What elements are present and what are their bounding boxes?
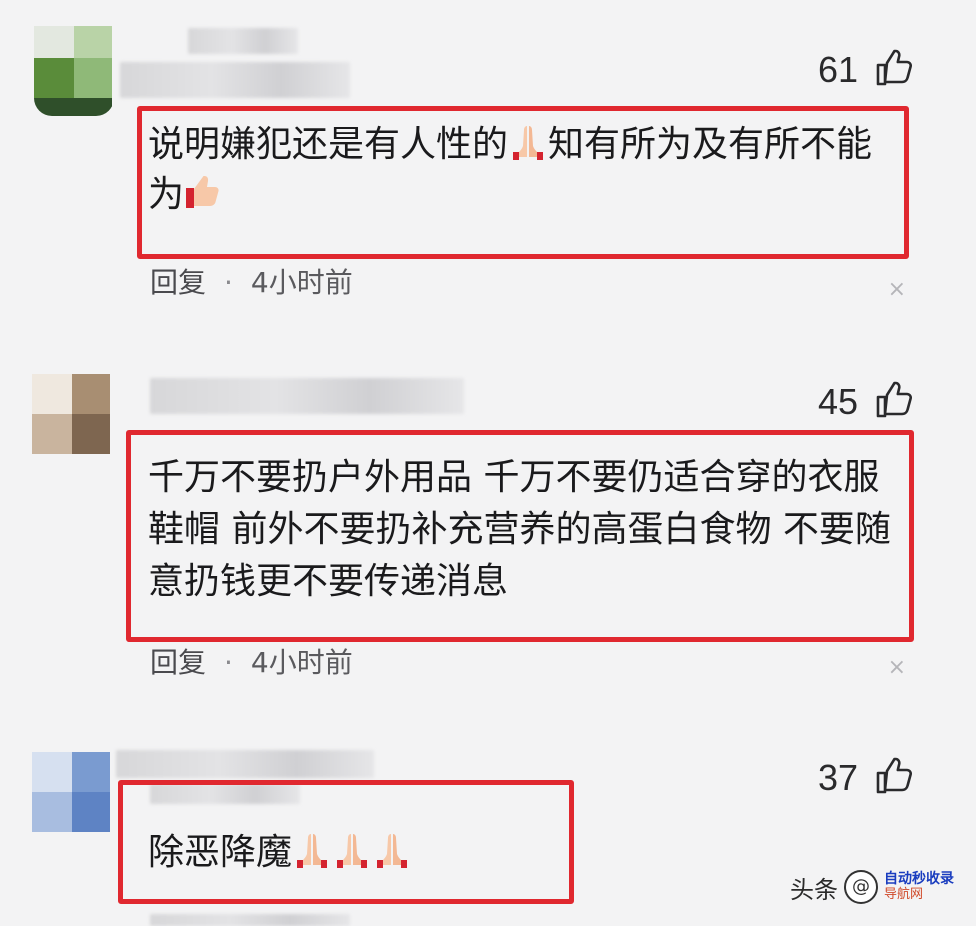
watermark: 头条 @ 自动秒收录 导航网 bbox=[790, 864, 954, 910]
avatar[interactable] bbox=[34, 26, 112, 116]
reply-button[interactable]: 回复 bbox=[150, 266, 206, 299]
like-count: 61 bbox=[817, 49, 858, 90]
thumbs-up-icon[interactable] bbox=[874, 380, 914, 420]
comment-text-line: 说明嫌犯还是有人性的 bbox=[148, 124, 509, 165]
folded-hands-emoji bbox=[513, 126, 544, 160]
username-blurred[interactable] bbox=[188, 28, 298, 54]
watermark-brand: 头条 bbox=[790, 875, 838, 904]
comment-text-line: 千万不要扔户外用品 千万不要仍适合穿的衣服 bbox=[148, 457, 880, 498]
folded-hands-emoji bbox=[377, 834, 408, 868]
comment-meta: 回复 · 4小时前 bbox=[150, 646, 353, 680]
folded-hands-emoji bbox=[337, 834, 368, 868]
comment-text-line: 除恶降魔 bbox=[148, 832, 293, 873]
like-count: 45 bbox=[817, 381, 858, 422]
username-blurred[interactable] bbox=[116, 750, 374, 778]
reply-button[interactable]: 回复 bbox=[150, 646, 206, 679]
comment-feed: 61 说明嫌犯还是有人性的 知有所为及有所不能 为 回复 · 4小时前 × 45 千万… bbox=[0, 0, 976, 926]
comment-meta: 回复 · 4小时前 bbox=[150, 266, 353, 300]
comment-text: 说明嫌犯还是有人性的 知有所为及有所不能 为 bbox=[148, 120, 908, 220]
thumbs-up-emoji bbox=[186, 176, 219, 208]
watermark-logo: @ bbox=[844, 870, 878, 904]
avatar[interactable] bbox=[32, 374, 110, 454]
username-blurred[interactable] bbox=[150, 378, 464, 414]
user-meta-blurred bbox=[120, 62, 350, 98]
watermark-site-line1: 自动秒收录 bbox=[884, 871, 954, 887]
comment-text-line: 知有所为及有所不能 bbox=[548, 124, 873, 165]
thumbs-up-icon[interactable] bbox=[874, 48, 914, 88]
meta-separator: · bbox=[224, 646, 233, 679]
comment-text-line: 鞋帽 前外不要扔补充营养的高蛋白食物 不要随 bbox=[148, 509, 891, 550]
comment-text-line: 意扔钱更不要传递消息 bbox=[148, 561, 509, 602]
dismiss-button[interactable]: × bbox=[888, 278, 906, 302]
folded-hands-emoji bbox=[297, 834, 328, 868]
like-count: 37 bbox=[817, 757, 858, 798]
watermark-site: 自动秒收录 导航网 bbox=[884, 871, 954, 903]
avatar[interactable] bbox=[32, 752, 110, 832]
next-comment-blurred bbox=[150, 914, 350, 926]
comment-text: 千万不要扔户外用品 千万不要仍适合穿的衣服 鞋帽 前外不要扔补充营养的高蛋白食物… bbox=[148, 452, 908, 608]
meta-separator: · bbox=[224, 266, 233, 299]
dismiss-button[interactable]: × bbox=[888, 656, 906, 680]
watermark-site-line2: 导航网 bbox=[884, 887, 924, 902]
thumbs-up-icon[interactable] bbox=[874, 756, 914, 796]
comment-text: 除恶降魔 bbox=[148, 828, 568, 878]
timestamp: 4小时前 bbox=[250, 266, 353, 299]
timestamp: 4小时前 bbox=[250, 646, 353, 679]
comment-text-line: 为 bbox=[148, 174, 185, 215]
